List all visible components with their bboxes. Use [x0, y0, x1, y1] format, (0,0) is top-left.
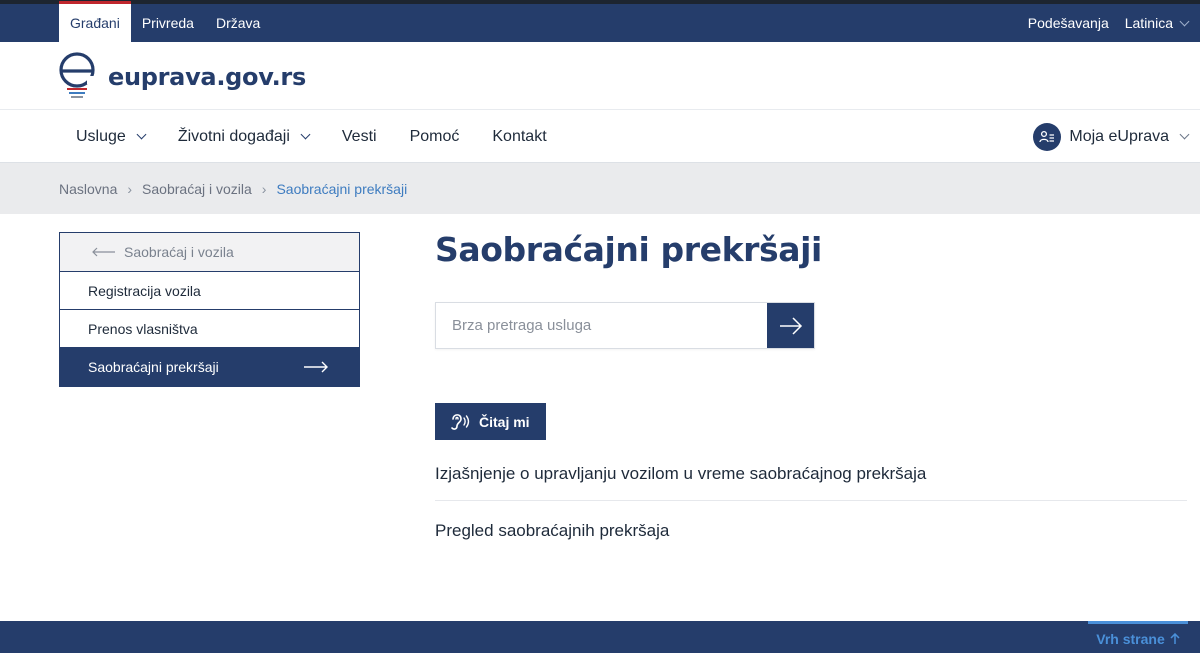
- language-select[interactable]: Latinica: [1124, 15, 1190, 31]
- ear-sound-icon: [451, 413, 470, 430]
- footer: Vrh strane: [0, 621, 1200, 653]
- side-menu-item-label: Saobraćajni prekršaji: [88, 359, 219, 375]
- side-menu-item-prekrsaji[interactable]: Saobraćajni prekršaji: [60, 348, 359, 386]
- arrow-up-icon: [1170, 632, 1180, 644]
- settings-link[interactable]: Podešavanja: [1028, 15, 1109, 31]
- top-bar: Građani Privreda Država Podešavanja Lati…: [0, 0, 1200, 42]
- tab-privreda[interactable]: Privreda: [131, 4, 205, 42]
- arrow-right-icon: [304, 361, 328, 373]
- nav-item-zivotni-dogadjaji[interactable]: Životni događaji: [177, 127, 311, 146]
- search-submit-button[interactable]: [767, 303, 814, 348]
- side-menu-item-label: Prenos vlasništva: [88, 320, 198, 337]
- site-name: euprava.gov.rs: [108, 63, 306, 91]
- search-input[interactable]: [436, 303, 767, 348]
- chevron-down-icon: [136, 129, 147, 140]
- side-menu-item-prenos[interactable]: Prenos vlasništva: [60, 310, 359, 348]
- breadcrumb-home[interactable]: Naslovna: [59, 181, 117, 197]
- side-menu-item-registracija[interactable]: Registracija vozila: [60, 272, 359, 310]
- site-logo[interactable]: euprava.gov.rs: [58, 50, 306, 102]
- chevron-down-icon: [1179, 16, 1190, 26]
- breadcrumb-category[interactable]: Saobraćaj i vozila: [142, 181, 252, 197]
- page-title: Saobraćajni prekršaji: [435, 230, 822, 269]
- nav-item-kontakt[interactable]: Kontakt: [492, 128, 546, 146]
- read-aloud-button[interactable]: Čitaj mi: [435, 403, 546, 440]
- breadcrumb: Naslovna › Saobraćaj i vozila › Saobraća…: [0, 163, 1200, 214]
- tab-drzava[interactable]: Država: [205, 4, 271, 42]
- read-aloud-label: Čitaj mi: [479, 413, 530, 430]
- account-menu[interactable]: Moja eUprava: [1033, 110, 1190, 163]
- language-label: Latinica: [1124, 15, 1173, 31]
- chevron-right-icon: ›: [261, 180, 267, 197]
- side-menu-back[interactable]: Saobraćaj i vozila: [60, 233, 359, 272]
- nav-item-label: Kontakt: [492, 127, 547, 145]
- tab-gradjani[interactable]: Građani: [59, 1, 131, 42]
- nav-item-vesti[interactable]: Vesti: [342, 128, 377, 146]
- nav-item-label: Životni događaji: [177, 127, 290, 145]
- user-card-icon: [1033, 122, 1062, 151]
- audience-tabs: Građani Privreda Država: [59, 1, 271, 42]
- chevron-down-icon: [300, 129, 311, 140]
- main-nav-items: Usluge Životni događaji Vesti Pomoć Kont…: [76, 110, 547, 163]
- nav-item-label: Pomoć: [409, 127, 460, 145]
- arrow-left-icon: [92, 247, 115, 257]
- service-link-pregled[interactable]: Pregled saobraćajnih prekršaja: [435, 501, 1187, 561]
- nav-item-pomoc[interactable]: Pomoć: [410, 128, 460, 146]
- back-to-top-button[interactable]: Vrh strane: [1088, 621, 1188, 653]
- nav-item-usluge[interactable]: Usluge: [76, 127, 147, 146]
- chevron-right-icon: ›: [127, 180, 133, 197]
- chevron-down-icon: [1179, 129, 1190, 140]
- side-menu-back-label: Saobraćaj i vozila: [124, 244, 234, 260]
- euprava-logo-icon: [58, 50, 100, 102]
- quick-search: [435, 302, 815, 349]
- nav-item-label: Vesti: [341, 127, 377, 145]
- account-label: Moja eUprava: [1069, 127, 1169, 145]
- breadcrumb-current: Saobraćajni prekršaji: [276, 180, 408, 197]
- service-list: Izjašnjenje o upravljanju vozilom u vrem…: [435, 448, 1187, 561]
- side-menu: Saobraćaj i vozila Registracija vozila P…: [59, 232, 360, 387]
- main-navigation: Usluge Životni događaji Vesti Pomoć Kont…: [0, 110, 1200, 163]
- nav-item-label: Usluge: [76, 127, 126, 145]
- side-menu-item-label: Registracija vozila: [88, 282, 201, 299]
- back-to-top-label: Vrh strane: [1096, 630, 1165, 647]
- top-bar-right: Podešavanja Latinica: [1028, 4, 1190, 42]
- service-link-izjasnjenje[interactable]: Izjašnjenje o upravljanju vozilom u vrem…: [435, 448, 1187, 501]
- arrow-right-icon: [779, 316, 802, 335]
- logo-bar: euprava.gov.rs: [0, 42, 1200, 110]
